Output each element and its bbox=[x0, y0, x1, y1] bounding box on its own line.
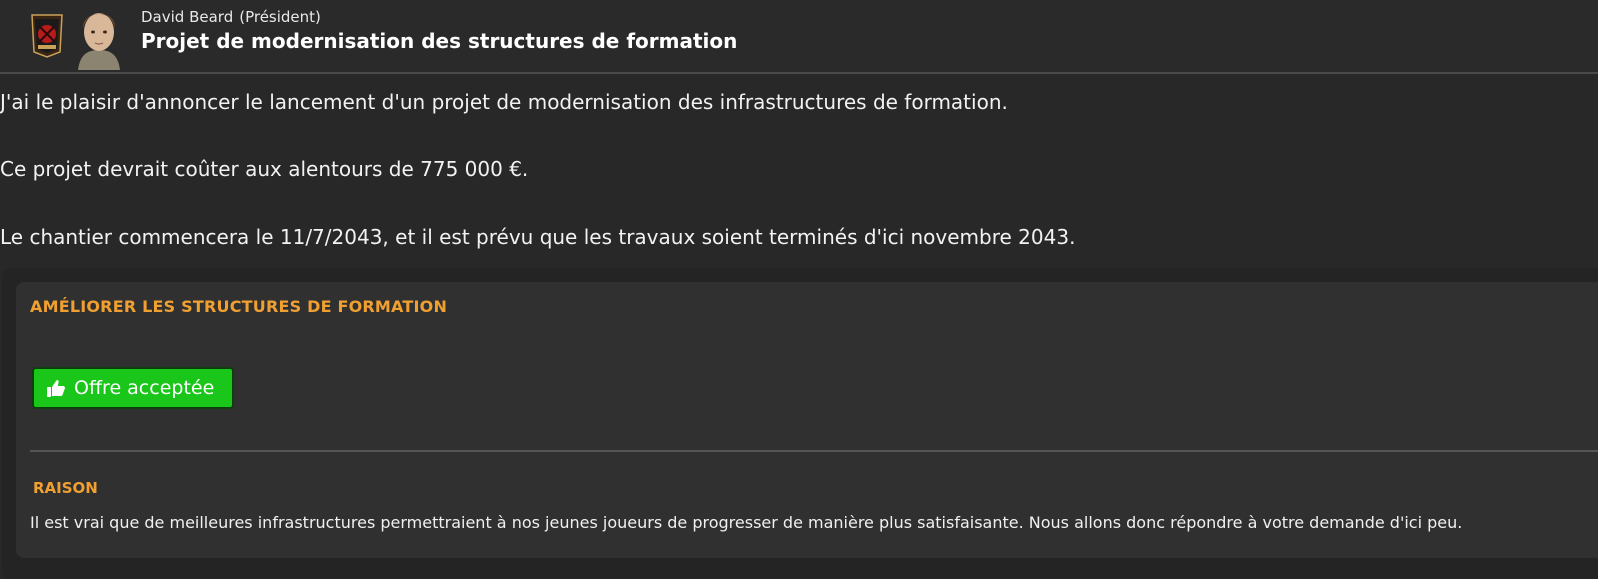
sender-role: (Président) bbox=[239, 8, 321, 26]
message-paragraph: Ce projet devrait coûter aux alentours d… bbox=[0, 157, 529, 181]
message-header: David Beard (Président) Projet de moderni… bbox=[0, 0, 1598, 74]
thumbs-up-icon bbox=[47, 380, 65, 397]
section-divider bbox=[30, 450, 1598, 452]
sender-line: David Beard (Président) bbox=[141, 8, 321, 26]
reason-text: Il est vrai que de meilleures infrastruc… bbox=[30, 513, 1463, 532]
reason-heading: RAISON bbox=[33, 479, 98, 497]
sender-name[interactable]: David Beard bbox=[141, 8, 233, 26]
message-paragraph: J'ai le plaisir d'annoncer le lancement … bbox=[0, 90, 1008, 114]
offer-accepted-label: Offre acceptée bbox=[74, 377, 215, 399]
president-avatar[interactable] bbox=[70, 2, 128, 70]
message-subject: Projet de modernisation des structures d… bbox=[141, 29, 738, 53]
request-title: AMÉLIORER LES STRUCTURES DE FORMATION bbox=[30, 297, 448, 316]
offer-accepted-status: Offre acceptée bbox=[32, 367, 234, 409]
message-paragraph: Le chantier commencera le 11/7/2043, et … bbox=[0, 225, 1076, 249]
club-badge-icon[interactable] bbox=[24, 12, 70, 58]
